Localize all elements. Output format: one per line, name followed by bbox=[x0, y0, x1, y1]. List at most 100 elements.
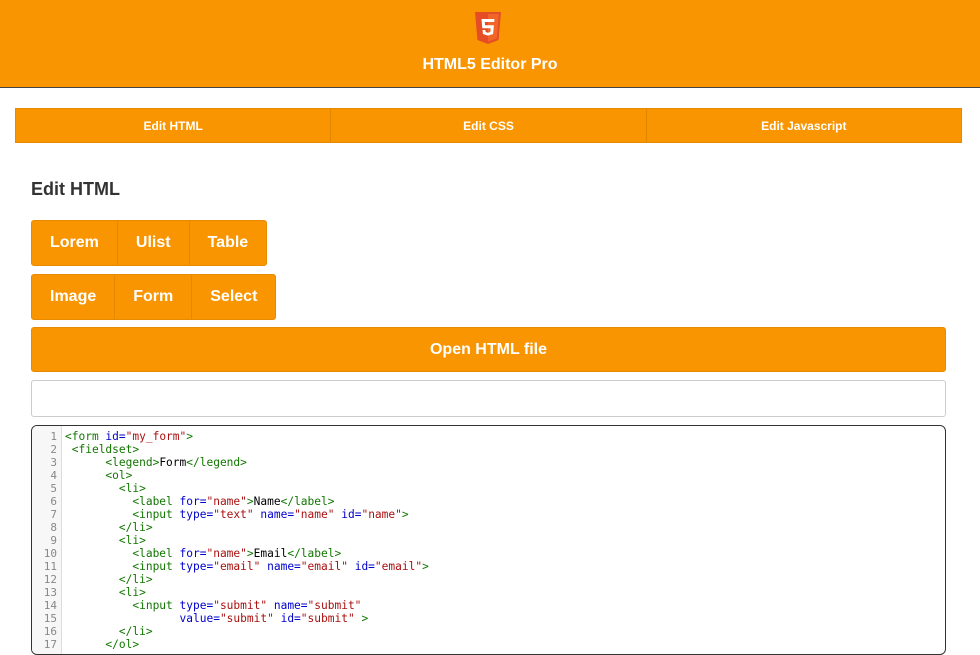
code-token: > bbox=[422, 560, 429, 573]
code-token: "name" bbox=[206, 495, 247, 508]
code-line: <ol> bbox=[65, 469, 429, 482]
line-number: 4 bbox=[50, 469, 57, 482]
code-line: <fieldset> bbox=[65, 443, 429, 456]
table-button[interactable]: Table bbox=[190, 221, 267, 265]
code-line: <input type="submit" name="submit" bbox=[65, 599, 429, 612]
code-line: <li> bbox=[65, 586, 429, 599]
line-number: 9 bbox=[50, 534, 57, 547]
lorem-button[interactable]: Lorem bbox=[32, 221, 118, 265]
section-title: Edit HTML bbox=[31, 179, 120, 199]
code-editor[interactable]: 1 2 3 4 5 6 7 8 9 10 11 12 13 14 15 16 17 <form id="my_f… bbox=[31, 425, 946, 655]
code-token: id= bbox=[341, 508, 362, 521]
code-token: </li> bbox=[118, 521, 153, 534]
code-token: "name" bbox=[294, 508, 335, 521]
code-token: Email bbox=[253, 547, 288, 560]
line-number: 3 bbox=[50, 456, 57, 469]
snippet-button-group-1: Lorem Ulist Table bbox=[31, 220, 268, 266]
code-line: <legend>Form</legend> bbox=[65, 456, 429, 469]
code-token: <input bbox=[132, 599, 180, 612]
code-line: </li> bbox=[65, 625, 429, 638]
code-token: type= bbox=[179, 560, 214, 573]
code-token: "email" bbox=[213, 560, 261, 573]
code-token: type= bbox=[179, 508, 214, 521]
line-number: 11 bbox=[43, 560, 57, 573]
code-token: "my_form" bbox=[125, 430, 187, 443]
code-token: "submit" bbox=[213, 599, 268, 612]
code-token: <form bbox=[65, 430, 106, 443]
snippet-button-group-2: Image Form Select bbox=[31, 274, 277, 320]
code-area[interactable]: <form id="my_form"> <fieldset> <legend>F… bbox=[62, 426, 429, 654]
code-token: "name" bbox=[361, 508, 402, 521]
code-token: Form bbox=[159, 456, 187, 469]
code-line: <li> bbox=[65, 482, 429, 495]
app-header: HTML5 Editor Pro bbox=[0, 0, 980, 88]
code-token: name= bbox=[260, 508, 295, 521]
form-button[interactable]: Form bbox=[115, 275, 193, 319]
tab-edit-css[interactable]: Edit CSS bbox=[331, 109, 647, 142]
code-token: </label> bbox=[287, 547, 342, 560]
code-token: > bbox=[401, 508, 409, 521]
select-button[interactable]: Select bbox=[192, 275, 275, 319]
line-number: 2 bbox=[50, 443, 57, 456]
html5-logo-icon bbox=[475, 12, 501, 44]
image-button[interactable]: Image bbox=[32, 275, 116, 319]
code-token: "email" bbox=[374, 560, 423, 573]
code-token: > bbox=[361, 612, 369, 625]
line-number: 16 bbox=[43, 625, 57, 638]
editor-tabs: Edit HTML Edit CSS Edit Javascript bbox=[15, 108, 962, 143]
line-number: 13 bbox=[43, 586, 57, 599]
code-token: type= bbox=[179, 599, 214, 612]
line-number-gutter: 1 2 3 4 5 6 7 8 9 10 11 12 13 14 15 16 17 bbox=[32, 426, 62, 654]
code-token: "submit" bbox=[300, 612, 355, 625]
line-number: 10 bbox=[43, 547, 57, 560]
code-token: id= bbox=[280, 612, 301, 625]
code-line: value="submit" id="submit" > bbox=[65, 612, 429, 625]
tab-edit-javascript[interactable]: Edit Javascript bbox=[647, 109, 961, 142]
code-line: </li> bbox=[65, 521, 429, 534]
code-token: </legend> bbox=[186, 456, 247, 469]
line-number: 5 bbox=[50, 482, 57, 495]
ulist-button[interactable]: Ulist bbox=[118, 221, 190, 265]
code-line: <li> bbox=[65, 534, 429, 547]
code-line: <input type="text" name="name" id="name"… bbox=[65, 508, 429, 521]
code-token: <li> bbox=[118, 534, 146, 547]
code-token: > bbox=[186, 430, 194, 443]
code-token: > bbox=[246, 547, 254, 560]
file-path-input[interactable] bbox=[31, 380, 946, 417]
code-token: value= bbox=[179, 612, 220, 625]
code-token: for= bbox=[179, 547, 207, 560]
code-token: name= bbox=[273, 599, 308, 612]
code-line: </li> bbox=[65, 573, 429, 586]
code-line: <form id="my_form"> bbox=[65, 430, 429, 443]
code-token: <input bbox=[132, 560, 180, 573]
code-token: id= bbox=[354, 560, 375, 573]
line-number: 12 bbox=[43, 573, 57, 586]
code-token: </li> bbox=[118, 573, 153, 586]
code-line: <label for="name">Name</label> bbox=[65, 495, 429, 508]
line-number: 15 bbox=[43, 612, 57, 625]
open-html-file-button[interactable]: Open HTML file bbox=[31, 327, 946, 372]
line-number: 6 bbox=[50, 495, 57, 508]
tab-edit-html[interactable]: Edit HTML bbox=[16, 109, 332, 142]
code-token: "submit" bbox=[219, 612, 274, 625]
code-token: "text" bbox=[213, 508, 254, 521]
code-token: <label bbox=[132, 495, 180, 508]
code-token: <legend> bbox=[105, 456, 160, 469]
code-token: </label> bbox=[280, 495, 335, 508]
code-token: <fieldset> bbox=[71, 443, 140, 456]
code-token: > bbox=[246, 495, 254, 508]
line-number: 14 bbox=[43, 599, 57, 612]
code-token: <li> bbox=[118, 586, 146, 599]
code-token: </li> bbox=[118, 625, 153, 638]
line-number: 8 bbox=[50, 521, 57, 534]
code-token: id= bbox=[105, 430, 126, 443]
code-token: name= bbox=[267, 560, 301, 573]
code-token: "submit" bbox=[307, 599, 362, 612]
code-token: <input bbox=[132, 508, 180, 521]
line-number: 1 bbox=[50, 430, 57, 443]
code-token: Name bbox=[253, 495, 281, 508]
code-token: for= bbox=[179, 495, 207, 508]
